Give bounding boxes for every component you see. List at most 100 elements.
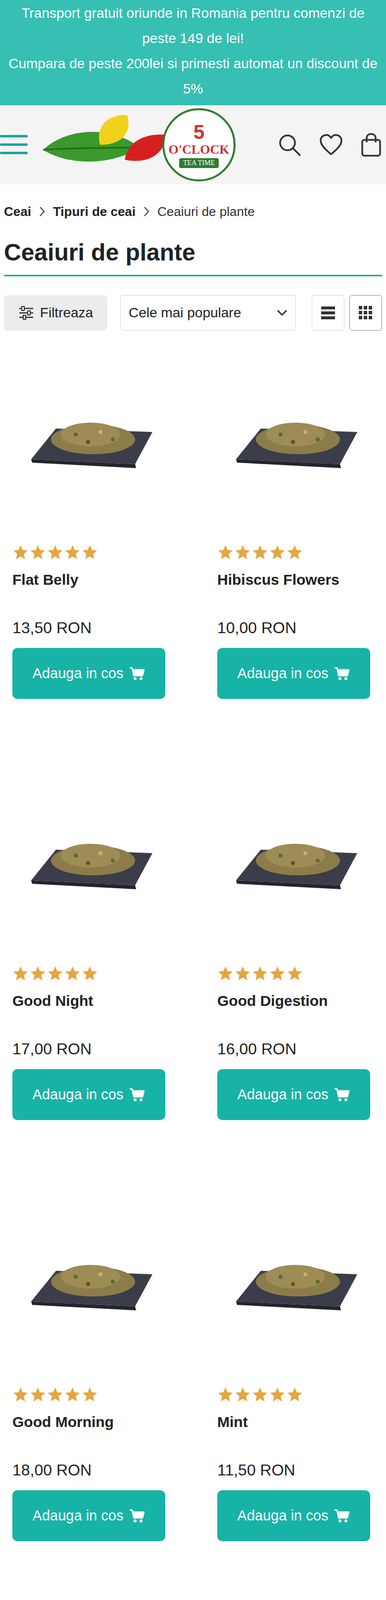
product-image[interactable] <box>12 767 169 966</box>
sliders-icon <box>18 305 35 321</box>
star-rating <box>217 965 374 984</box>
view-grid-button[interactable] <box>349 295 383 332</box>
product-image[interactable] <box>12 1189 169 1388</box>
star-rating <box>12 965 169 984</box>
product-name[interactable]: Good Morning <box>12 1413 169 1434</box>
breadcrumb-link[interactable]: Ceai <box>3 202 32 221</box>
promo-banner: Transport gratuit oriunde in Romania pen… <box>0 0 386 106</box>
add-to-cart-button[interactable]: Adauga in cos <box>217 648 371 700</box>
search-icon[interactable] <box>277 132 302 158</box>
product-image[interactable] <box>217 767 374 966</box>
star-icon <box>251 1388 269 1405</box>
add-to-cart-label: Adauga in cos <box>32 1085 124 1108</box>
star-icon <box>286 1388 303 1405</box>
add-to-cart-label: Adauga in cos <box>237 663 329 686</box>
product-card: Hibiscus Flowers 10,00 RON Adauga in cos <box>217 345 374 700</box>
star-icon <box>81 966 98 983</box>
star-icon <box>12 544 29 562</box>
product-name[interactable]: Flat Belly <box>12 570 169 591</box>
product-name[interactable]: Hibiscus Flowers <box>217 570 374 591</box>
star-icon <box>29 1388 47 1405</box>
add-to-cart-button[interactable]: Adauga in cos <box>12 1070 166 1122</box>
star-icon <box>269 544 286 562</box>
banner-line: Cumpara de peste 200lei si primesti auto… <box>2 50 384 102</box>
add-to-cart-button[interactable]: Adauga in cos <box>12 648 166 700</box>
cart-icon <box>129 667 145 682</box>
star-icon <box>217 1388 234 1405</box>
cart-icon <box>129 1088 145 1104</box>
product-price: 13,50 RON <box>12 618 169 639</box>
product-price: 17,00 RON <box>12 1040 169 1061</box>
star-icon <box>64 1388 81 1405</box>
bag-icon[interactable] <box>360 132 383 158</box>
product-grid: Flat Belly13,50 RONAdauga in cosHibiscus… <box>0 345 386 1563</box>
header-icons <box>277 132 383 158</box>
star-icon <box>286 966 303 983</box>
star-icon <box>251 966 269 983</box>
star-rating <box>217 1387 374 1405</box>
star-icon <box>47 544 64 562</box>
star-icon <box>47 966 64 983</box>
filter-button[interactable]: Filtreaza <box>3 295 108 332</box>
cart-icon <box>334 1088 350 1104</box>
star-icon <box>29 966 47 983</box>
grid-icon <box>358 305 374 321</box>
cart-icon <box>129 1510 145 1526</box>
star-rating <box>12 1387 169 1405</box>
sort-select[interactable]: Cele mai populare <box>120 295 296 332</box>
view-toggle <box>311 295 383 332</box>
star-rating <box>12 543 169 562</box>
tea-plate-icon <box>226 807 365 917</box>
tea-plate-icon <box>21 807 160 917</box>
add-to-cart-button[interactable]: Adauga in cos <box>217 1070 371 1122</box>
tea-plate-icon <box>226 385 365 495</box>
logo[interactable]: 5O'CLOCKTEA TIME <box>40 108 236 182</box>
logo-badge: 5O'CLOCKTEA TIME <box>162 108 236 182</box>
list-icon <box>320 306 336 321</box>
tea-plate-icon <box>21 1228 160 1338</box>
view-list-button[interactable] <box>311 295 345 332</box>
add-to-cart-label: Adauga in cos <box>237 1506 329 1529</box>
product-name[interactable]: Mint <box>217 1413 374 1434</box>
tea-plate-icon <box>21 385 160 495</box>
star-rating <box>217 543 374 562</box>
site-header: 5O'CLOCKTEA TIME <box>0 105 386 185</box>
product-card: Good Night 17,00 RON Adauga in cos <box>12 767 169 1122</box>
star-icon <box>64 544 81 562</box>
product-price: 10,00 RON <box>217 618 374 639</box>
cart-icon <box>334 667 350 682</box>
star-icon <box>81 544 98 562</box>
star-icon <box>251 544 269 562</box>
logo-brand: O'CLOCK <box>168 142 230 158</box>
product-image[interactable] <box>217 345 374 544</box>
logo-number: 5 <box>193 121 205 143</box>
cart-icon <box>334 1510 350 1526</box>
product-card: Good Digestion 16,00 RON Adauga in cos <box>217 767 374 1122</box>
star-icon <box>234 1388 251 1405</box>
add-to-cart-button[interactable]: Adauga in cos <box>12 1492 166 1544</box>
star-icon <box>234 966 251 983</box>
dropdown-chevron-icon <box>276 309 288 317</box>
product-name[interactable]: Good Digestion <box>217 992 374 1013</box>
star-icon <box>269 966 286 983</box>
add-to-cart-button[interactable]: Adauga in cos <box>217 1492 371 1544</box>
banner-line: Transport gratuit oriunde in Romania pen… <box>2 0 384 51</box>
star-icon <box>12 1388 29 1405</box>
product-name[interactable]: Good Night <box>12 992 169 1013</box>
product-image[interactable] <box>12 345 169 544</box>
title-section: Ceaiuri de plante <box>3 238 383 277</box>
star-icon <box>64 966 81 983</box>
star-icon <box>234 544 251 562</box>
logo-tagline: TEA TIME <box>179 158 219 169</box>
product-image[interactable] <box>217 1189 374 1388</box>
breadcrumb-link[interactable]: Tipuri de ceai <box>52 202 136 221</box>
star-icon <box>81 1388 98 1405</box>
menu-icon[interactable] <box>0 133 29 157</box>
breadcrumb-current: Ceaiuri de plante <box>157 202 255 221</box>
heart-icon[interactable] <box>318 132 344 158</box>
sort-value: Cele mai populare <box>128 302 242 324</box>
product-card: Flat Belly 13,50 RON Adauga in cos <box>12 345 169 700</box>
leaves-icon <box>40 112 170 178</box>
product-price: 16,00 RON <box>217 1040 374 1061</box>
toolbar: Filtreaza Cele mai populare <box>0 295 386 332</box>
